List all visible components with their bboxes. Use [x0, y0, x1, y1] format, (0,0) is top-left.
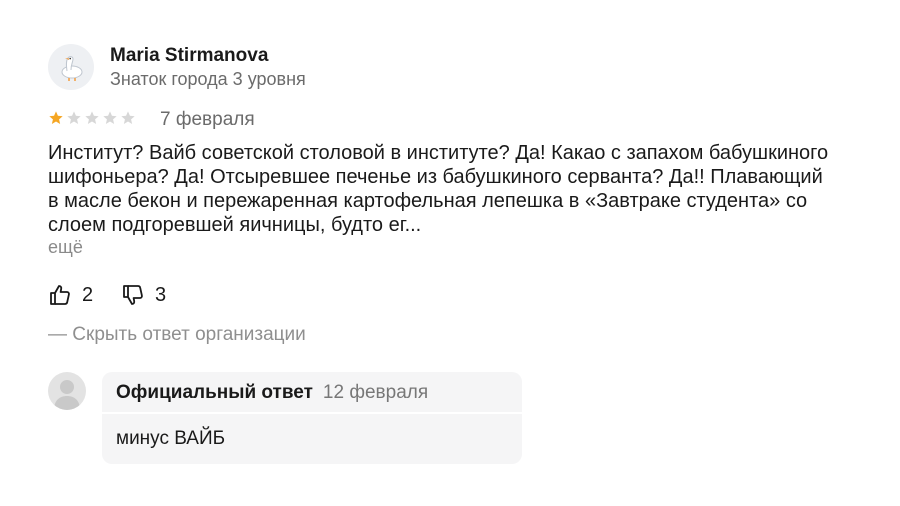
thumbs-down-icon — [123, 285, 143, 305]
star-icon — [49, 111, 63, 124]
org-reply-label: Официальный ответ — [116, 382, 313, 403]
star-icon — [67, 111, 81, 124]
org-reply-date: 12 февраля — [322, 382, 429, 403]
review-text: Институт? Вайб советской столовой в инст… — [48, 142, 829, 236]
star-icon — [85, 111, 99, 124]
read-more-link[interactable]: ещё — [48, 237, 83, 258]
rating-stars — [48, 110, 136, 126]
star-icon — [121, 111, 135, 124]
hide-org-reply-toggle[interactable]: — Скрыть ответ организации — [48, 324, 306, 346]
author-avatar[interactable] — [48, 44, 94, 90]
org-reply-header: Официальный ответ 12 февраля — [116, 382, 428, 404]
org-reply-card: Официальный ответ 12 февраля минус ВАЙБ — [102, 372, 522, 464]
thumbs-up-icon — [50, 285, 70, 305]
review-date: 7 февраля — [160, 109, 255, 130]
author-level: Знаток города 3 уровня — [110, 69, 306, 89]
star-icon — [103, 111, 117, 124]
dislike-count: 3 — [155, 283, 167, 306]
org-reply-text: минус ВАЙБ — [116, 428, 226, 449]
dislike-button[interactable]: 3 — [121, 283, 166, 307]
like-count: 2 — [82, 283, 94, 306]
org-reply-divider — [102, 412, 522, 414]
person-silhouette-icon — [54, 380, 80, 410]
org-avatar — [48, 372, 86, 410]
author-name[interactable]: Maria Stirmanova — [110, 45, 268, 67]
goose-avatar-icon — [61, 56, 83, 81]
like-button[interactable]: 2 — [48, 283, 93, 307]
